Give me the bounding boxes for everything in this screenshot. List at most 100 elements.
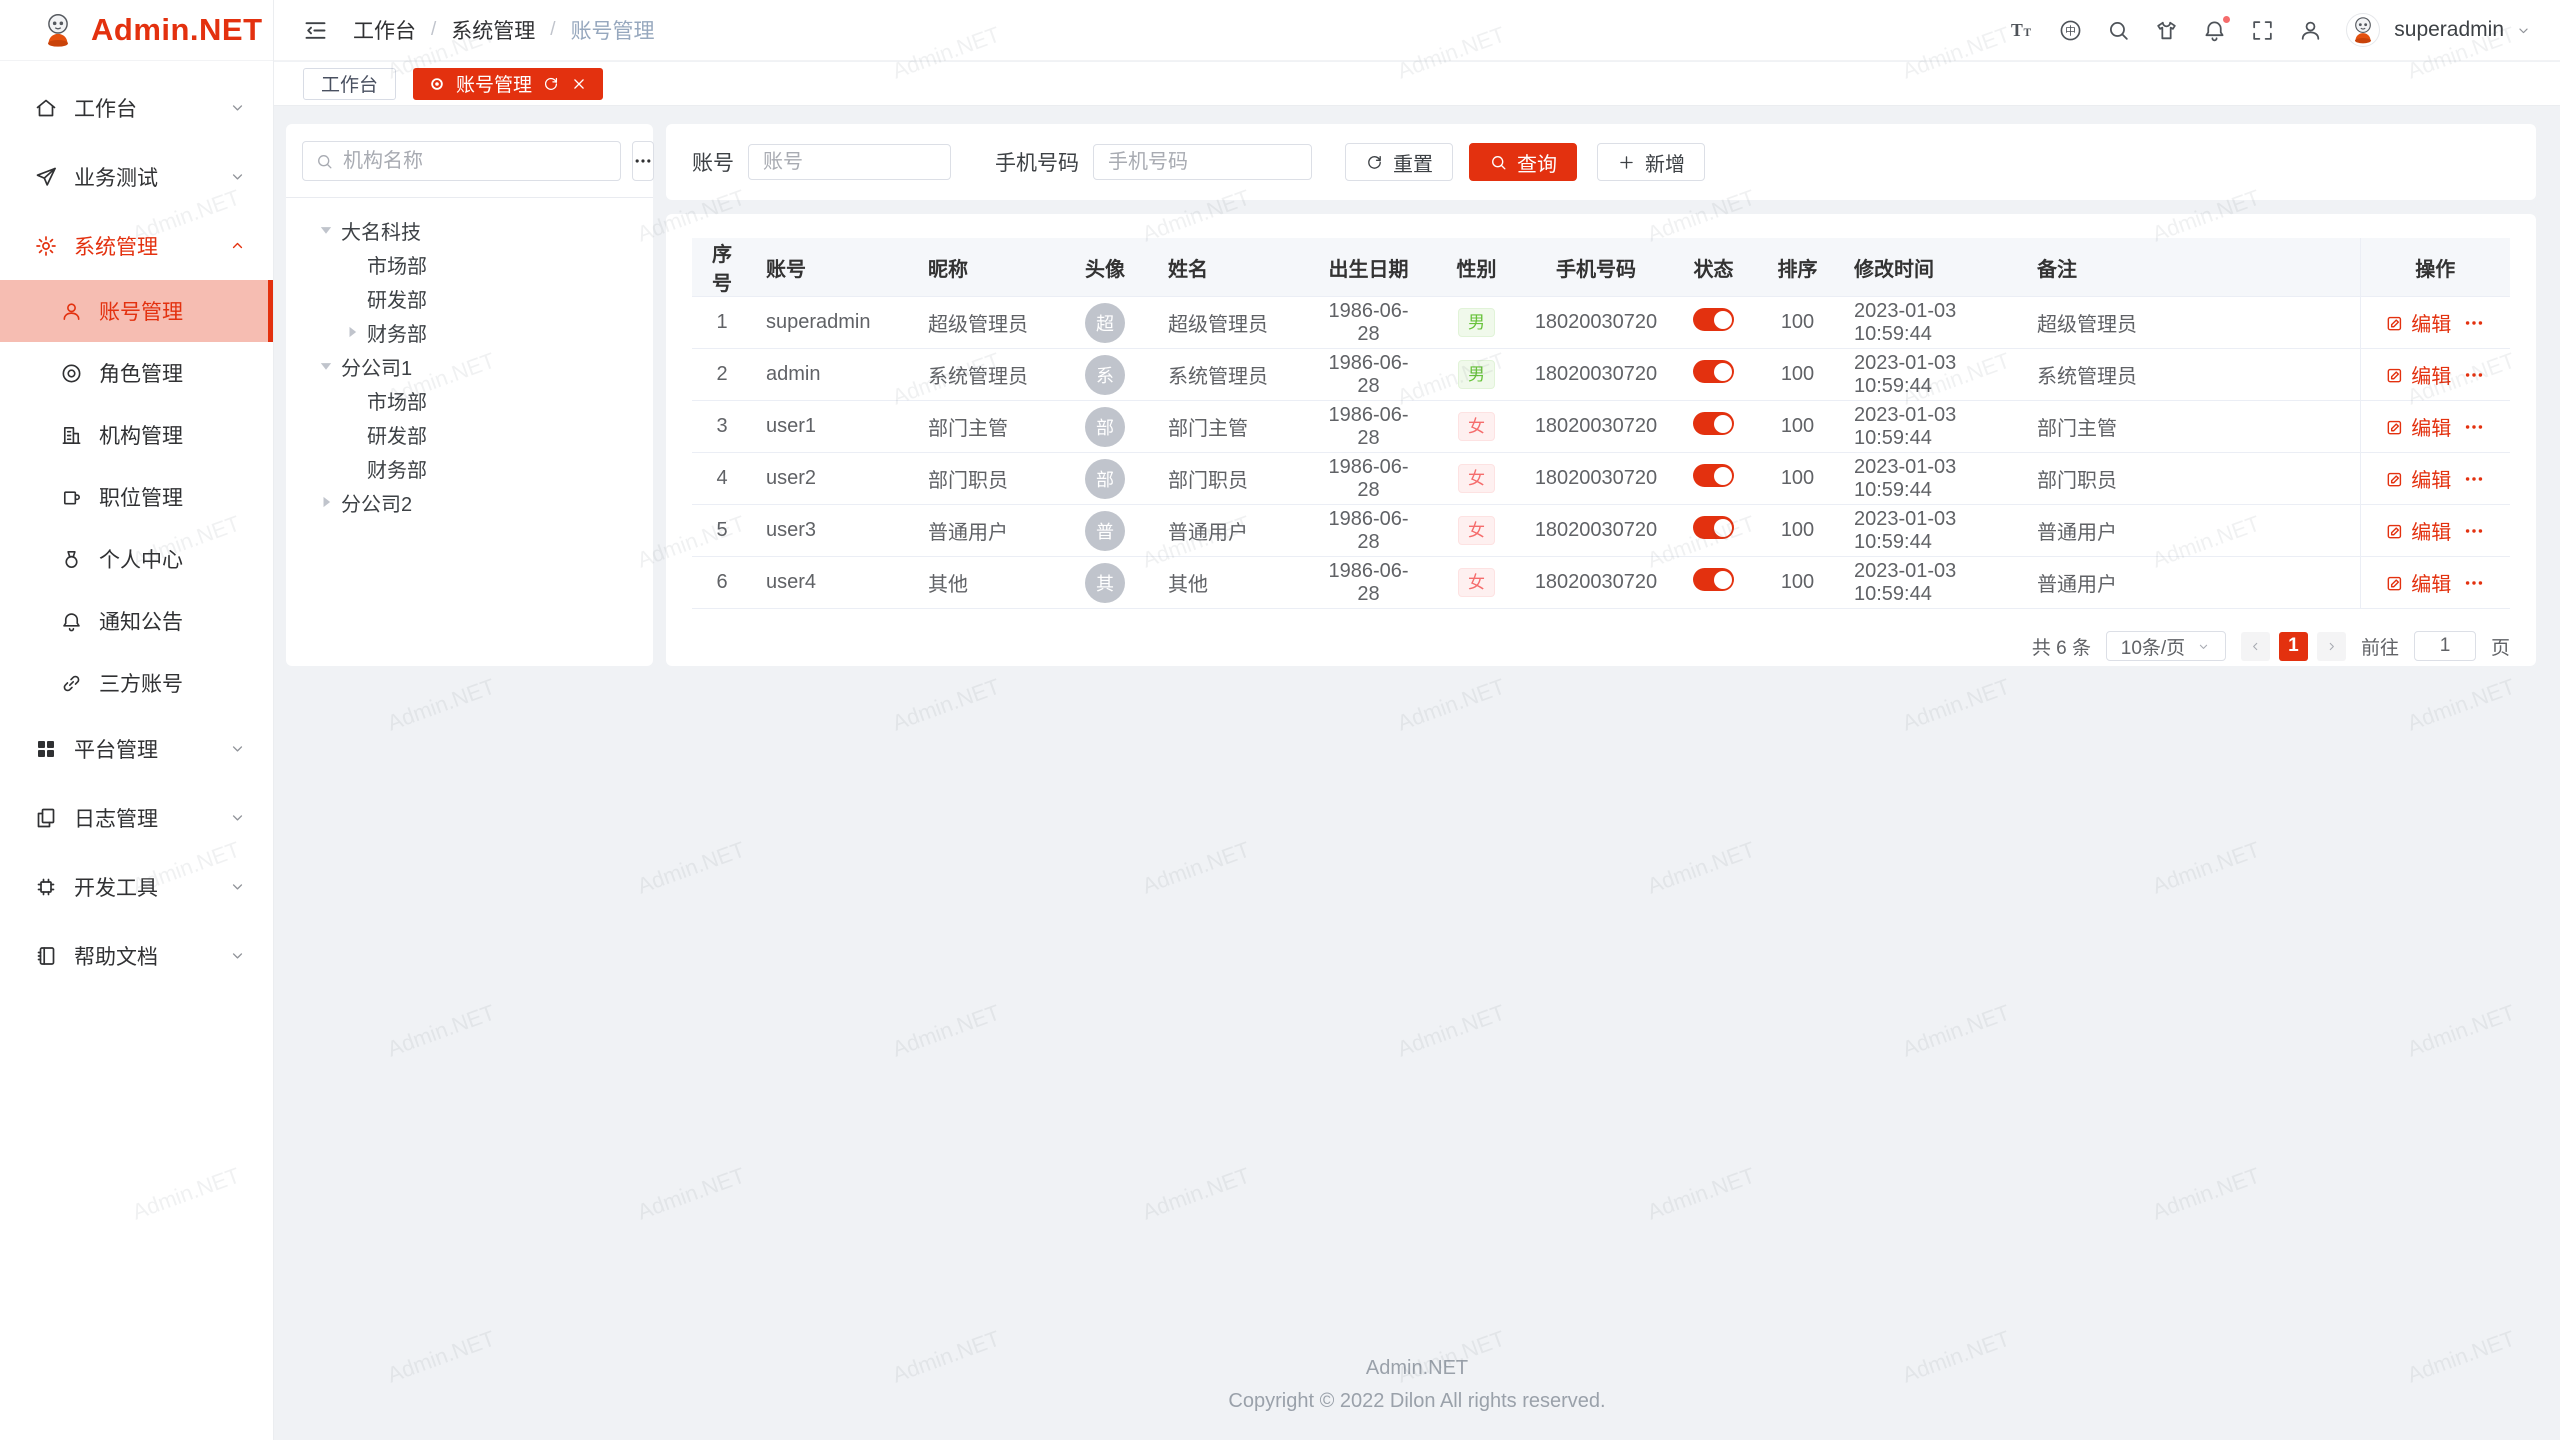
caret-right-icon[interactable] xyxy=(316,492,336,512)
sidebar-subitem[interactable]: 三方账号 xyxy=(0,652,273,714)
table-cell: 1986-06-28 xyxy=(1304,401,1433,453)
tree-node[interactable]: 市场部 xyxy=(302,383,637,417)
org-more-button[interactable] xyxy=(632,141,654,181)
table-cell: 1986-06-28 xyxy=(1304,349,1433,401)
edit-button[interactable]: 编辑 xyxy=(2385,360,2451,389)
search-icon[interactable] xyxy=(2106,18,2131,43)
sidebar-item[interactable]: 日志管理 xyxy=(0,783,273,852)
sidebar-subitem-label: 个人中心 xyxy=(99,544,183,574)
account-filter-input[interactable] xyxy=(748,144,951,180)
table-cell: 系统管理员 xyxy=(1154,349,1304,401)
menu-fold-icon[interactable] xyxy=(302,17,329,44)
table-row[interactable]: 5user3普通用户普普通用户1986-06-28女18020030720100… xyxy=(692,505,2510,557)
row-more-button[interactable] xyxy=(2463,312,2485,334)
tab-refresh-icon[interactable] xyxy=(542,75,560,93)
sidebar-subitem-label: 角色管理 xyxy=(99,358,183,388)
tab-close-icon[interactable] xyxy=(570,75,588,93)
phone-filter-input[interactable] xyxy=(1093,144,1312,180)
app-logo[interactable]: Admin.NET xyxy=(0,0,273,61)
tools-icon xyxy=(34,875,58,899)
prev-page-button[interactable] xyxy=(2241,632,2270,661)
sidebar-subitem[interactable]: 职位管理 xyxy=(0,466,273,528)
sidebar-subitem[interactable]: 机构管理 xyxy=(0,404,273,466)
row-more-button[interactable] xyxy=(2463,468,2485,490)
user-outline-icon[interactable] xyxy=(2298,18,2323,43)
tree-node[interactable]: 分公司1 xyxy=(302,349,637,383)
row-more-button[interactable] xyxy=(2463,520,2485,542)
status-toggle[interactable] xyxy=(1693,516,1734,539)
theme-icon[interactable] xyxy=(2154,18,2179,43)
sidebar-item[interactable]: 帮助文档 xyxy=(0,921,273,990)
font-size-icon[interactable]: TT xyxy=(2010,18,2035,43)
breadcrumb: 工作台 / 系统管理 / 账号管理 xyxy=(353,15,655,45)
sidebar-item[interactable]: 业务测试 xyxy=(0,142,273,211)
reset-button[interactable]: 重置 xyxy=(1345,143,1453,181)
sidebar-item-label: 业务测试 xyxy=(74,162,228,192)
sidebar-subitem[interactable]: 个人中心 xyxy=(0,528,273,590)
caret-down-icon[interactable] xyxy=(316,356,336,376)
edit-button[interactable]: 编辑 xyxy=(2385,308,2451,337)
chevron-down-icon[interactable] xyxy=(2515,22,2532,39)
status-toggle[interactable] xyxy=(1693,412,1734,435)
org-search-box xyxy=(302,141,621,181)
sidebar-item[interactable]: 开发工具 xyxy=(0,852,273,921)
table-cell: user2 xyxy=(752,453,914,505)
breadcrumb-item[interactable]: 工作台 xyxy=(353,15,416,45)
table-cell: 部 xyxy=(1056,453,1154,505)
tree-node[interactable]: 研发部 xyxy=(302,281,637,315)
footer-copyright: Copyright © 2022 Dilon All rights reserv… xyxy=(274,1385,2560,1418)
row-more-button[interactable] xyxy=(2463,364,2485,386)
status-toggle[interactable] xyxy=(1693,308,1734,331)
caret-down-icon[interactable] xyxy=(316,220,336,240)
tree-node[interactable]: 市场部 xyxy=(302,247,637,281)
status-toggle[interactable] xyxy=(1693,360,1734,383)
edit-button[interactable]: 编辑 xyxy=(2385,412,2451,441)
tree-node[interactable]: 研发部 xyxy=(302,417,637,451)
fullscreen-icon[interactable] xyxy=(2250,18,2275,43)
username[interactable]: superadmin xyxy=(2394,18,2504,42)
tab-dot-icon xyxy=(428,75,446,93)
sidebar-subitem[interactable]: 角色管理 xyxy=(0,342,273,404)
breadcrumb-item[interactable]: 系统管理 xyxy=(451,15,535,45)
org-search-input[interactable] xyxy=(343,150,608,173)
edit-button[interactable]: 编辑 xyxy=(2385,516,2451,545)
accounts-table-card: 序号账号昵称头像姓名出生日期性别手机号码状态排序修改时间备注操作 1supera… xyxy=(666,214,2536,666)
table-row[interactable]: 6user4其他其其他1986-06-28女180200307201002023… xyxy=(692,557,2510,609)
page-unit-label: 页 xyxy=(2491,633,2510,660)
tree-node[interactable]: 财务部 xyxy=(302,315,637,349)
tree-node[interactable]: 财务部 xyxy=(302,451,637,485)
table-row[interactable]: 3user1部门主管部部门主管1986-06-28女18020030720100… xyxy=(692,401,2510,453)
sidebar-item[interactable]: 系统管理 xyxy=(0,211,273,280)
page-size-select[interactable]: 10条/页 xyxy=(2106,631,2226,661)
status-toggle[interactable] xyxy=(1693,464,1734,487)
language-icon[interactable]: 中 xyxy=(2058,18,2083,43)
org-tree-panel: 大名科技市场部研发部财务部分公司1市场部研发部财务部分公司2 xyxy=(286,124,653,666)
edit-button[interactable]: 编辑 xyxy=(2385,568,2451,597)
send-icon xyxy=(34,165,58,189)
chevron-down-icon xyxy=(228,98,247,117)
sidebar-item[interactable]: 平台管理 xyxy=(0,714,273,783)
tab-account-management[interactable]: 账号管理 xyxy=(413,68,603,100)
sidebar-subitem[interactable]: 账号管理 xyxy=(0,280,273,342)
tree-node[interactable]: 大名科技 xyxy=(302,213,637,247)
row-more-button[interactable] xyxy=(2463,572,2485,594)
add-button[interactable]: 新增 xyxy=(1597,143,1705,181)
query-button[interactable]: 查询 xyxy=(1469,143,1577,181)
caret-right-icon[interactable] xyxy=(342,322,362,342)
next-page-button[interactable] xyxy=(2317,632,2346,661)
goto-page-input[interactable] xyxy=(2414,631,2476,661)
sidebar-subitem[interactable]: 通知公告 xyxy=(0,590,273,652)
edit-button[interactable]: 编辑 xyxy=(2385,464,2451,493)
row-avatar: 部 xyxy=(1085,459,1125,499)
tab-workbench[interactable]: 工作台 xyxy=(303,68,396,100)
table-row[interactable]: 2admin系统管理员系系统管理员1986-06-28男180200307201… xyxy=(692,349,2510,401)
user-avatar[interactable] xyxy=(2346,13,2380,47)
tree-node[interactable]: 分公司2 xyxy=(302,485,637,519)
table-row[interactable]: 1superadmin超级管理员超超级管理员1986-06-28男1802003… xyxy=(692,297,2510,349)
notification-bell-icon[interactable] xyxy=(2202,18,2227,43)
row-more-button[interactable] xyxy=(2463,416,2485,438)
table-row[interactable]: 4user2部门职员部部门职员1986-06-28女18020030720100… xyxy=(692,453,2510,505)
status-toggle[interactable] xyxy=(1693,568,1734,591)
current-page-button[interactable]: 1 xyxy=(2279,632,2308,661)
sidebar-item[interactable]: 工作台 xyxy=(0,73,273,142)
